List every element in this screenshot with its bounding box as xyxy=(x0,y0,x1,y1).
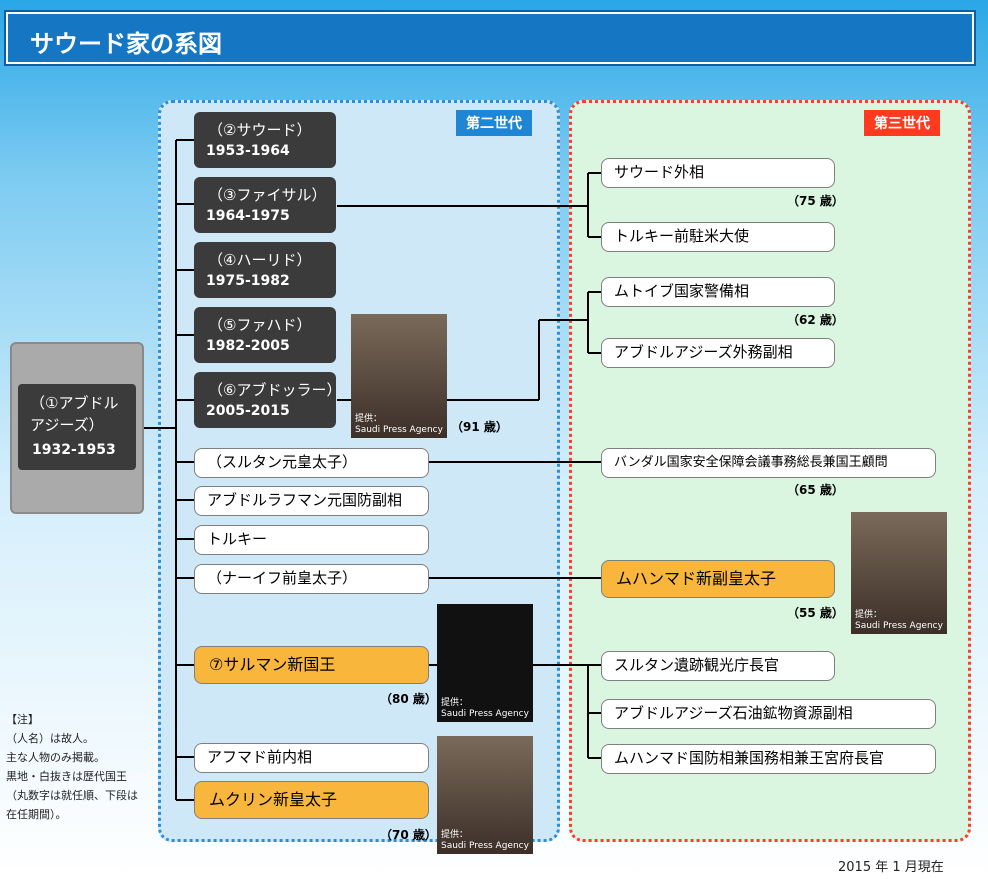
person-muqrin: ムクリン新皇太子 xyxy=(194,781,429,819)
person-mutaib: ムトイブ国家警備相 xyxy=(601,277,835,307)
king-years: 1975-1982 xyxy=(206,273,290,289)
as-of-date: 2015 年 1 月現在 xyxy=(838,860,944,875)
age-mutaib: （62 歳） xyxy=(787,313,844,327)
person-saud-al-faisal: サウード外相 xyxy=(601,158,835,188)
founder-years: 1932-1953 xyxy=(32,442,116,458)
king-khalid: （④ハーリド） 1975-1982 xyxy=(194,242,336,298)
person-mohammed-bin-nayef: ムハンマド新副皇太子 xyxy=(601,560,835,598)
note-line: 在任期間）。 xyxy=(6,808,67,821)
age-salman: （80 歳） xyxy=(380,692,437,706)
note-line: 黒地・白抜きは歴代国王 xyxy=(6,770,127,783)
person-sultan: （スルタン元皇太子） xyxy=(194,448,429,478)
photo-muqrin: 提供： Saudi Press Agency xyxy=(437,736,533,854)
age-bandar: （65 歳） xyxy=(787,483,844,497)
person-bandar: バンダル国家安全保障会議事務総長兼国王顧問 xyxy=(601,448,936,478)
founder-box: （①アブドル アジーズ） 1932-1953 xyxy=(18,384,136,470)
king-years: 2005-2015 xyxy=(206,403,290,419)
photo-credit: 提供： Saudi Press Agency xyxy=(441,830,529,851)
note-line: （人名）は故人。 xyxy=(6,732,94,745)
age-abdullah: （91 歳） xyxy=(451,420,508,434)
person-abdulrahman: アブドルラフマン元国防副相 xyxy=(194,486,429,516)
person-abdulaziz-bin-salman: アブドルアジーズ石油鉱物資源副相 xyxy=(601,699,936,729)
king-name: （③ファイサル） xyxy=(208,186,327,204)
person-mohammed-bin-salman: ムハンマド国防相兼国務相兼王宮府長官 xyxy=(601,744,936,774)
king-name: （④ハーリド） xyxy=(208,251,312,269)
person-turki: トルキー xyxy=(194,525,429,555)
photo-salman: 提供： Saudi Press Agency xyxy=(437,604,533,722)
photo-credit: 提供： Saudi Press Agency xyxy=(441,698,529,719)
king-years: 1953-1964 xyxy=(206,143,290,159)
person-ahmed: アフマド前内相 xyxy=(194,743,429,773)
note-line: 主な人物のみ掲載。 xyxy=(6,751,105,764)
photo-credit: 提供： Saudi Press Agency xyxy=(855,610,943,631)
person-turki-al-faisal: トルキー前駐米大使 xyxy=(601,222,835,252)
photo-credit: 提供： Saudi Press Agency xyxy=(355,414,443,435)
photo-abdullah: 提供： Saudi Press Agency xyxy=(351,314,447,438)
king-name: （⑤ファハド） xyxy=(208,316,312,334)
king-years: 1964-1975 xyxy=(206,208,290,224)
age-saud: （75 歳） xyxy=(787,194,844,208)
king-saud: （②サウード） 1953-1964 xyxy=(194,112,336,168)
person-abdulaziz-bin-abdullah: アブドルアジーズ外務副相 xyxy=(601,338,835,368)
king-years: 1982-2005 xyxy=(206,338,290,354)
person-salman: ⑦サルマン新国王 xyxy=(194,646,429,684)
photo-mohammed-bin-nayef: 提供： Saudi Press Agency xyxy=(851,512,947,634)
note-line: 【注】 xyxy=(6,713,39,726)
notes: 【注】 （人名）は故人。 主な人物のみ掲載。 黒地・白抜きは歴代国王 （丸数字は… xyxy=(6,710,138,824)
founder-name: （①アブドル アジーズ） xyxy=(30,394,119,434)
age-muqrin: （70 歳） xyxy=(380,828,437,842)
king-name: （②サウード） xyxy=(208,121,312,139)
age-mohammed: （55 歳） xyxy=(787,606,844,620)
person-nayef: （ナーイフ前皇太子） xyxy=(194,564,429,594)
king-abdullah: （⑥アブドッラー） 2005-2015 xyxy=(194,372,342,428)
king-fahd: （⑤ファハド） 1982-2005 xyxy=(194,307,336,363)
king-name: （⑥アブドッラー） xyxy=(208,381,342,399)
king-faisal: （③ファイサル） 1964-1975 xyxy=(194,177,336,233)
person-sultan-bin-salman: スルタン遺跡観光庁長官 xyxy=(601,651,835,681)
note-line: （丸数字は就任順、下段は xyxy=(6,789,138,802)
